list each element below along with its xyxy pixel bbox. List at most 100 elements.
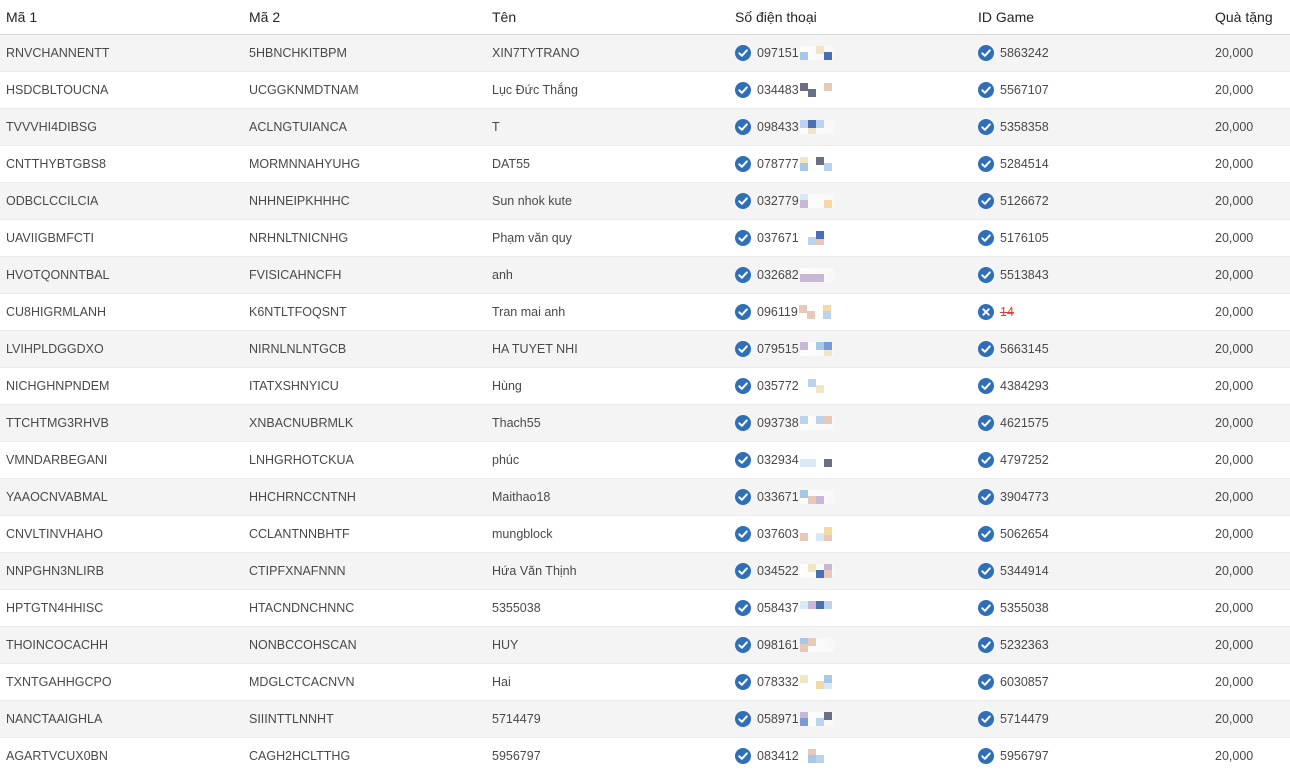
game-id-value: 6030857 bbox=[1000, 675, 1049, 689]
cell-gift: 20,000 bbox=[1215, 700, 1290, 738]
redaction-mask bbox=[799, 638, 834, 652]
cell-phone: 034522 bbox=[729, 552, 972, 590]
column-header-ma1[interactable]: Mã 1 bbox=[0, 0, 243, 35]
cell-phone: 032779 bbox=[729, 182, 972, 220]
cell-phone: 079515 bbox=[729, 330, 972, 368]
check-circle-icon bbox=[978, 82, 994, 98]
check-circle-icon bbox=[735, 267, 751, 283]
cell-phone: 098433 bbox=[729, 108, 972, 146]
cell-ma2: LNHGRHOTCKUA bbox=[243, 441, 486, 479]
cell-phone: 037603 bbox=[729, 515, 972, 553]
table-row[interactable]: TVVVHI4DIBSG ACLNGTUIANCA T 098433 53583… bbox=[0, 108, 1290, 146]
ma2-value: NHHNEIPKHHHC bbox=[249, 194, 350, 208]
column-header-ten[interactable]: Tên bbox=[486, 0, 729, 35]
game-id-value: 5232363 bbox=[1000, 638, 1049, 652]
check-circle-icon bbox=[978, 489, 994, 505]
phone-content: 037671 bbox=[735, 230, 972, 246]
table-row[interactable]: HPTGTN4HHISC HTACNDNCHNNC 5355038 058437… bbox=[0, 589, 1290, 627]
phone-value: 083412 bbox=[757, 749, 799, 763]
gift-value: 20,000 bbox=[1215, 416, 1254, 430]
cell-ma2: CAGH2HCLTTHG bbox=[243, 737, 486, 772]
ma2-value: NRHNLTNICNHG bbox=[249, 231, 349, 245]
cell-ma2: NRHNLTNICNHG bbox=[243, 219, 486, 257]
phone-content: 034522 bbox=[735, 563, 972, 579]
game-id-content: 5176105 bbox=[978, 230, 1215, 246]
ma2-value: MORMNNAHYUHG bbox=[249, 157, 361, 171]
table-row[interactable]: LVIHPLDGGDXO NIRNLNLNTGCB HA TUYET NHI 0… bbox=[0, 330, 1290, 368]
cell-ma2: FVISICAHNCFH bbox=[243, 256, 486, 294]
check-circle-icon bbox=[978, 415, 994, 431]
gift-value: 20,000 bbox=[1215, 157, 1254, 171]
column-header-phone[interactable]: Số điện thoại bbox=[729, 0, 972, 35]
game-id-content: 14 bbox=[978, 304, 1215, 320]
ma1-value: TXNTGAHHGCPO bbox=[6, 675, 112, 689]
cell-game-id: 4797252 bbox=[972, 441, 1215, 479]
table-row[interactable]: VMNDARBEGANI LNHGRHOTCKUA phúc 032934 47… bbox=[0, 441, 1290, 479]
game-id-value: 5284514 bbox=[1000, 157, 1049, 171]
table-row[interactable]: HVOTQONNTBAL FVISICAHNCFH anh 032682 551… bbox=[0, 256, 1290, 294]
table-row[interactable]: NNPGHN3NLIRB CTIPFXNAFNNN Hứa Văn Thịnh … bbox=[0, 552, 1290, 590]
column-header-gift[interactable]: Quà tặng bbox=[1215, 0, 1290, 35]
redaction-mask bbox=[799, 564, 834, 578]
phone-content: 098433 bbox=[735, 119, 972, 135]
table-row[interactable]: UAVIIGBMFCTI NRHNLTNICNHG Phạm văn quy 0… bbox=[0, 219, 1290, 257]
table-row[interactable]: YAAOCNVABMAL HHCHRNCCNTNH Maithao18 0336… bbox=[0, 478, 1290, 516]
column-header-ma2[interactable]: Mã 2 bbox=[243, 0, 486, 35]
game-id-value: 4384293 bbox=[1000, 379, 1049, 393]
cell-ma1: AGARTVCUX0BN bbox=[0, 737, 243, 772]
cell-gift: 20,000 bbox=[1215, 182, 1290, 220]
check-circle-icon bbox=[978, 748, 994, 764]
table-row[interactable]: HSDCBLTOUCNA UCGGKNMDTNAM Lục Đức Thắng … bbox=[0, 71, 1290, 109]
cell-game-id: 5714479 bbox=[972, 700, 1215, 738]
table-row[interactable]: ODBCLCCILCIA NHHNEIPKHHHC Sun nhok kute … bbox=[0, 182, 1290, 220]
check-circle-icon bbox=[735, 563, 751, 579]
cell-game-id: 5355038 bbox=[972, 589, 1215, 627]
redaction-mask bbox=[799, 675, 834, 689]
check-circle-icon bbox=[735, 230, 751, 246]
cell-ma1: TVVVHI4DIBSG bbox=[0, 108, 243, 146]
column-header-game-id[interactable]: ID Game bbox=[972, 0, 1215, 35]
redaction-mask bbox=[799, 83, 834, 97]
gift-value: 20,000 bbox=[1215, 712, 1254, 726]
ten-value: Hùng bbox=[492, 379, 522, 393]
cell-gift: 20,000 bbox=[1215, 293, 1290, 331]
table-row[interactable]: NICHGHNPNDEM ITATXSHNYICU Hùng 035772 43… bbox=[0, 367, 1290, 405]
table-row[interactable]: TTCHTMG3RHVB XNBACNUBRMLK Thach55 093738… bbox=[0, 404, 1290, 442]
ma2-value: HHCHRNCCNTNH bbox=[249, 490, 356, 504]
phone-value: 035772 bbox=[757, 379, 799, 393]
gift-value: 20,000 bbox=[1215, 46, 1254, 60]
table-row[interactable]: CNVLTINVHAHO CCLANTNNBHTF mungblock 0376… bbox=[0, 515, 1290, 553]
check-circle-icon bbox=[735, 526, 751, 542]
phone-value: 037603 bbox=[757, 527, 799, 541]
cell-phone: 058971 bbox=[729, 700, 972, 738]
gift-value: 20,000 bbox=[1215, 564, 1254, 578]
ma2-value: NIRNLNLNTGCB bbox=[249, 342, 347, 356]
table-row[interactable]: TXNTGAHHGCPO MDGLCTCACNVN Hai 078332 603… bbox=[0, 663, 1290, 701]
cell-ten: XIN7TYTRANO bbox=[486, 34, 729, 72]
ten-value: Hai bbox=[492, 675, 511, 689]
table-row[interactable]: RNVCHANNENTT 5HBNCHKITBPM XIN7TYTRANO 09… bbox=[0, 34, 1290, 72]
cell-ma2: MORMNNAHYUHG bbox=[243, 145, 486, 183]
ma1-value: TTCHTMG3RHVB bbox=[6, 416, 109, 430]
table-row[interactable]: THOINCOCACHH NONBCCOHSCAN HUY 098161 523… bbox=[0, 626, 1290, 664]
cell-ten: mungblock bbox=[486, 515, 729, 553]
ten-value: T bbox=[492, 120, 500, 134]
cell-ma1: NNPGHN3NLIRB bbox=[0, 552, 243, 590]
check-circle-icon bbox=[978, 193, 994, 209]
cell-phone: 032934 bbox=[729, 441, 972, 479]
check-circle-icon bbox=[978, 230, 994, 246]
table-row[interactable]: NANCTAAIGHLA SIIINTTLNNHT 5714479 058971… bbox=[0, 700, 1290, 738]
check-circle-icon bbox=[735, 341, 751, 357]
cell-ma2: ITATXSHNYICU bbox=[243, 367, 486, 405]
check-circle-icon bbox=[978, 378, 994, 394]
ma1-value: HPTGTN4HHISC bbox=[6, 601, 104, 615]
table-row[interactable]: CU8HIGRMLANH K6NTLTFOQSNT Tran mai anh 0… bbox=[0, 293, 1290, 331]
phone-content: 078332 bbox=[735, 674, 972, 690]
ma2-value: UCGGKNMDTNAM bbox=[249, 83, 359, 97]
check-circle-icon bbox=[735, 119, 751, 135]
ma2-value: ITATXSHNYICU bbox=[249, 379, 339, 393]
cell-phone: 037671 bbox=[729, 219, 972, 257]
table-row[interactable]: CNTTHYBTGBS8 MORMNNAHYUHG DAT55 078777 5… bbox=[0, 145, 1290, 183]
cell-gift: 20,000 bbox=[1215, 330, 1290, 368]
table-row[interactable]: AGARTVCUX0BN CAGH2HCLTTHG 5956797 083412… bbox=[0, 737, 1290, 772]
